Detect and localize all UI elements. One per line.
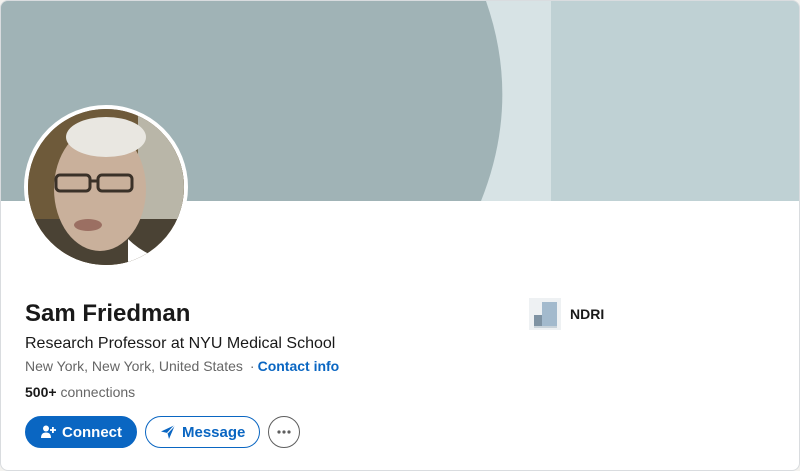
- profile-photo[interactable]: [24, 105, 188, 269]
- company-logo-icon: [529, 298, 561, 330]
- connect-button[interactable]: Connect: [25, 416, 137, 448]
- current-company[interactable]: NDRI: [529, 298, 604, 330]
- location-row: New York, New York, United States · Contac…: [25, 357, 339, 375]
- avatar-portrait: [28, 109, 184, 265]
- add-person-icon: [40, 424, 56, 440]
- more-horizontal-icon: [276, 424, 292, 440]
- contact-info-link[interactable]: Contact info: [258, 358, 340, 374]
- profile-headline: Research Professor at NYU Medical School: [25, 335, 336, 352]
- profile-card: Sam Friedman Research Professor at NYU M…: [0, 0, 800, 471]
- message-label: Message: [182, 423, 246, 441]
- connections-number: 500+: [25, 384, 57, 400]
- connections-label: connections: [60, 384, 136, 400]
- profile-name: Sam Friedman: [25, 300, 191, 327]
- connections-count[interactable]: 500+ connections: [25, 383, 135, 401]
- paper-plane-icon: [160, 424, 176, 440]
- company-name: NDRI: [570, 306, 605, 322]
- profile-actions: Connect Message: [25, 416, 301, 448]
- more-actions-button[interactable]: [268, 416, 301, 448]
- connect-label: Connect: [62, 423, 122, 441]
- profile-location: New York, New York, United States: [25, 358, 243, 374]
- message-button[interactable]: Message: [145, 416, 261, 448]
- separator-dot: ·: [249, 358, 255, 374]
